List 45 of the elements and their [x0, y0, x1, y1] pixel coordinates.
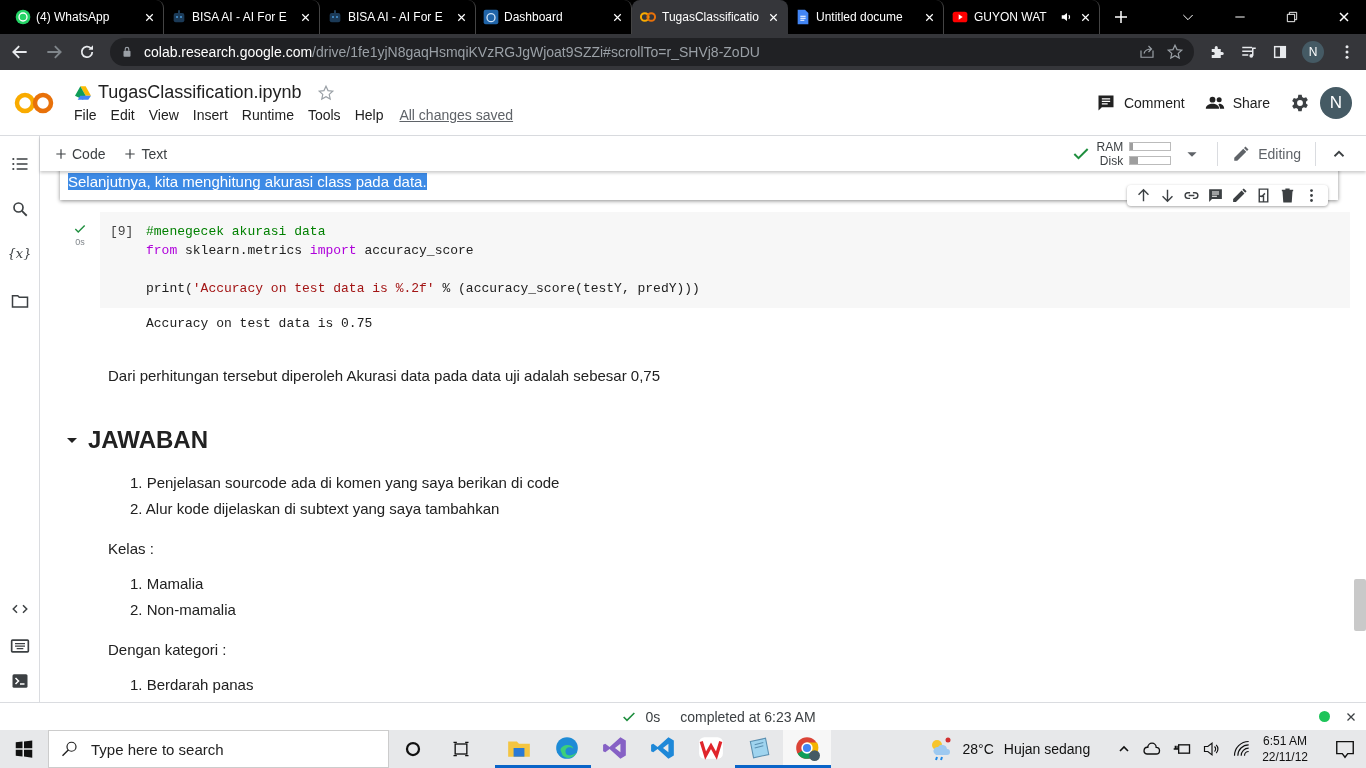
cell-output: Accuracy on test data is 0.75	[145, 315, 374, 333]
add-cell-button[interactable]: Code	[54, 145, 106, 162]
weather-text: Hujan sedang	[1003, 741, 1091, 757]
paragraph: Kelas :	[107, 539, 155, 559]
resource-label: RAM	[1096, 139, 1124, 154]
menu-item[interactable]: Runtime	[241, 107, 294, 123]
paragraph: Dengan kategori :	[107, 640, 228, 660]
editing-mode-button[interactable]: Editing	[1232, 144, 1301, 163]
variables-button[interactable]: {x}	[7, 246, 32, 261]
menu-item[interactable]: Help	[354, 107, 384, 123]
account-avatar[interactable]: N	[1320, 86, 1352, 119]
code-line: print('Accuracy on test data is %.2f' % (accuracy_score(testY, predY)))	[146, 280, 700, 298]
taskbar-search-field[interactable]: Type here to search	[48, 730, 389, 768]
list-item: 1. Mamalia	[130, 574, 205, 594]
status-message: completed at 6:23 AM	[680, 708, 816, 725]
clock[interactable]: 6:51 AM 22/11/12	[1262, 733, 1308, 765]
address-bar[interactable]: colab.research.google.com/drive/1fe1yjN8gaqHsmqiKVzRGJgWjoat9SZZi#scrollTo=r_SHVj8-ZoDU	[110, 38, 1194, 66]
menu-item[interactable]: Edit	[110, 107, 135, 123]
text-cell[interactable]: Selanjutnya, kita menghitung akurasi class pada data.	[60, 171, 1338, 200]
list-item: 2. Alur kode dijelaskan di subtext yang saya tambahkan	[130, 499, 501, 519]
menu-item[interactable]: Tools	[307, 107, 341, 123]
list-item: 1. Berdarah panas	[130, 675, 255, 695]
profile-avatar[interactable]: N	[1302, 41, 1324, 63]
browser-tab[interactable]: TugasClassificatio	[632, 0, 788, 34]
share-button[interactable]: Share	[1204, 92, 1270, 113]
run-duration: 0s	[645, 708, 661, 725]
paragraph: Dari perhitungan tersebut diperoleh Akurasi data pada data uji adalah sebesar 0,75	[107, 366, 662, 386]
code-line: from sklearn.metrics import accuracy_score	[146, 242, 475, 260]
comment-button[interactable]: Comment	[1095, 92, 1185, 113]
run-duration: 0s	[75, 237, 85, 247]
save-status-link[interactable]: All changes saved	[399, 107, 514, 123]
section-heading: JAWABAN	[88, 426, 208, 454]
list-item: 2. Non-mamalia	[130, 600, 237, 620]
menu-item[interactable]: Insert	[192, 107, 228, 123]
execution-count: [9]	[110, 223, 135, 241]
menu-item[interactable]: File	[74, 107, 97, 123]
cell-text: Selanjutnya, kita menghitung akurasi class pada data.	[68, 173, 427, 190]
code-cell[interactable]: [9] #menegecek akurasi data from sklearn.metrics import accuracy_score print('Accuracy on test data is %.2f' % (accuracy_score(testY, predY)))	[100, 212, 1350, 308]
add-cell-button[interactable]: Text	[123, 145, 168, 162]
code-line: #menegecek akurasi data	[146, 223, 327, 241]
notebook-title[interactable]: TugasClassification.ipynb	[98, 82, 302, 103]
menu-item[interactable]: View	[148, 107, 179, 123]
temperature: 28°C	[962, 741, 994, 757]
list-item: 1. Penjelasan sourcode ada di komen yang saya berikan di code	[130, 473, 561, 493]
resource-label: Disk	[1098, 153, 1124, 168]
